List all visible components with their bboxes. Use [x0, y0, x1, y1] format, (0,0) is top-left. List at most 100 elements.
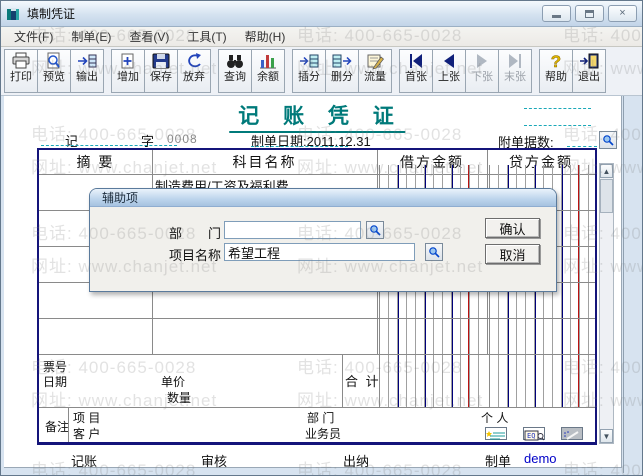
- debit-total-ruling: [379, 354, 485, 407]
- total-divider: [342, 354, 343, 407]
- export-icon: [76, 52, 98, 70]
- menu-help[interactable]: 帮助(H): [236, 26, 295, 47]
- close-icon: ×: [619, 8, 625, 19]
- row-line: [39, 318, 595, 319]
- toolbar-delete-line-button[interactable]: 删分: [325, 49, 359, 93]
- attach-dash-2: [524, 125, 591, 126]
- first-page-icon: [405, 52, 427, 70]
- ticket-section-divider: [39, 407, 595, 408]
- viewer-tool-button[interactable]: EQ: [523, 427, 545, 440]
- customer-label: 客 户: [73, 425, 100, 442]
- toolbar-exit-button[interactable]: 退出: [572, 49, 606, 93]
- restore-icon: [585, 10, 594, 18]
- arrow-down-icon: ▼: [603, 432, 611, 441]
- toolbar-cashflow-button[interactable]: 流量: [358, 49, 392, 93]
- toolbar-query-button[interactable]: 查询: [218, 49, 252, 93]
- maker-name: demo: [524, 451, 557, 466]
- column-header-summary: 摘 要: [39, 152, 152, 172]
- credit-total-ruling: [489, 354, 595, 407]
- attach-underline: [567, 146, 597, 147]
- note-lines-icon: [486, 430, 506, 441]
- app-icon: [6, 6, 22, 22]
- menu-tools[interactable]: 工具(T): [178, 26, 235, 47]
- scroll-thumb[interactable]: [600, 179, 613, 213]
- minimize-button[interactable]: [542, 5, 571, 22]
- scroll-down-button[interactable]: ▼: [600, 429, 613, 443]
- project-lookup-button[interactable]: [425, 243, 443, 261]
- title-bar: 填制凭证 ×: [1, 1, 642, 27]
- person-label: 个 人: [481, 409, 508, 426]
- unit-price-label: 单价: [161, 373, 185, 390]
- voucher-title: 记 账 凭 证: [229, 100, 405, 133]
- prev-page-icon: [438, 52, 460, 70]
- toolbar-preview-button[interactable]: 预览: [37, 49, 71, 93]
- menu-view[interactable]: 查看(V): [120, 26, 178, 47]
- bar-chart-icon: [257, 52, 279, 70]
- note-pen-icon: [364, 52, 386, 70]
- vertical-scrollbar[interactable]: ▲ ▼: [599, 163, 614, 444]
- toolbar-print-button[interactable]: 打印: [4, 49, 38, 93]
- magnifier-icon: [428, 246, 440, 258]
- toolbar-add-button[interactable]: 增加: [111, 49, 145, 93]
- toolbar-last-button: 末张: [498, 49, 532, 93]
- voucher-number: 0008: [167, 132, 198, 146]
- window-title: 填制凭证: [27, 5, 75, 22]
- last-page-icon: [504, 52, 526, 70]
- dialog-title-bar[interactable]: 辅助项: [90, 189, 556, 207]
- cancel-button[interactable]: 取消: [485, 244, 540, 264]
- auditor-sign-label: 审核: [201, 451, 227, 470]
- note-tool-button[interactable]: [485, 427, 507, 440]
- dept-input[interactable]: [224, 221, 361, 239]
- project-label: 项 目: [73, 409, 100, 426]
- dept-lookup-button[interactable]: [366, 221, 384, 239]
- close-button[interactable]: ×: [608, 5, 637, 22]
- toolbar-first-button[interactable]: 首张: [399, 49, 433, 93]
- delete-line-icon: [331, 52, 353, 70]
- exit-icon: [578, 52, 600, 70]
- insert-line-icon: [298, 52, 320, 70]
- scroll-up-button[interactable]: ▲: [600, 164, 613, 178]
- project-input[interactable]: [224, 243, 415, 261]
- quantity-label: 数量: [167, 389, 191, 406]
- binoculars-icon: [224, 52, 246, 70]
- department-label: 部 门: [307, 409, 334, 426]
- auxiliary-dialog: 辅助项 部 门 项目名称 确认 取消: [89, 188, 557, 292]
- printer-icon: [10, 52, 32, 70]
- toolbar-save-button[interactable]: 保存: [144, 49, 178, 93]
- toolbar-insert-line-button[interactable]: 插分: [292, 49, 326, 93]
- restore-button[interactable]: [575, 5, 604, 22]
- viewer-icon: EQ: [524, 430, 544, 441]
- undo-icon: [183, 52, 205, 70]
- debit-header-ruling: [379, 165, 485, 174]
- word-underline: [41, 145, 177, 146]
- magnifier-icon: [602, 134, 614, 146]
- remark-divider: [68, 407, 69, 442]
- preview-icon: [43, 52, 65, 70]
- dialog-title: 辅助项: [102, 189, 138, 206]
- wand-tool-button[interactable]: [561, 427, 583, 440]
- toolbar-help-button[interactable]: ? 帮助: [539, 49, 573, 93]
- toolbar-prev-button[interactable]: 上张: [432, 49, 466, 93]
- toolbar-export-button[interactable]: 输出: [70, 49, 104, 93]
- save-icon: [150, 52, 172, 70]
- arrow-up-icon: ▲: [603, 167, 611, 176]
- confirm-button[interactable]: 确认: [485, 218, 540, 238]
- voucher-window: 填制凭证 × 文件(F) 制单(E) 查看(V) 工具(T) 帮助(H) 打印 …: [0, 0, 643, 476]
- dept-field-label: 部 门: [169, 223, 221, 242]
- attach-lookup-button[interactable]: [599, 131, 617, 149]
- magnifier-icon: [369, 224, 381, 236]
- ticket-date-label: 日期: [43, 373, 67, 390]
- minimize-icon: [552, 15, 561, 18]
- help-icon: ?: [545, 52, 567, 70]
- attach-dash-1: [524, 108, 591, 109]
- svg-text:?: ?: [551, 52, 561, 70]
- remark-label: 备注: [45, 418, 69, 435]
- menu-file[interactable]: 文件(F): [5, 26, 62, 47]
- column-header-account: 科目名称: [152, 152, 377, 172]
- menu-voucher[interactable]: 制单(E): [62, 26, 120, 47]
- toolbar-discard-button[interactable]: 放弃: [177, 49, 211, 93]
- salesman-label: 业务员: [305, 425, 341, 442]
- credit-header-ruling: [489, 165, 595, 174]
- total-label: 合 计: [345, 371, 381, 390]
- toolbar-balance-button[interactable]: 余额: [251, 49, 285, 93]
